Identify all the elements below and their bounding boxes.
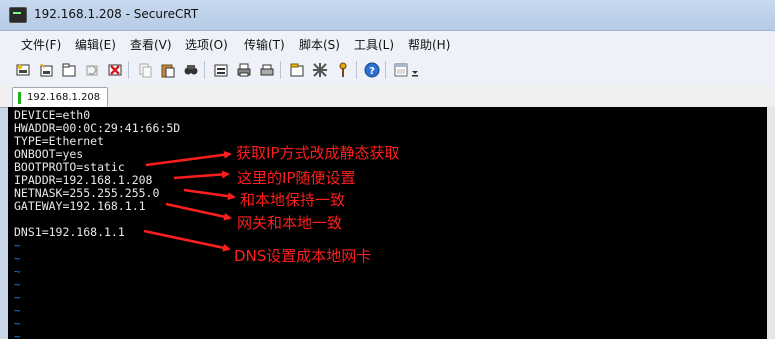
- toolbar-separator: [204, 61, 205, 79]
- annotation-netmask: 和本地保持一致: [240, 191, 346, 209]
- connect-icon[interactable]: [14, 61, 32, 79]
- annotation-arrow: [143, 229, 231, 252]
- tab-session[interactable]: 192.168.1.208: [12, 87, 108, 108]
- svg-text:?: ?: [369, 66, 375, 77]
- global-options-icon[interactable]: [311, 61, 329, 79]
- reconnect-icon[interactable]: [83, 61, 101, 79]
- keymap-icon[interactable]: [334, 61, 352, 79]
- menu-help[interactable]: 帮助(H): [408, 36, 450, 53]
- connection-status-indicator: [18, 92, 21, 104]
- menu-edit[interactable]: 编辑(E): [75, 36, 116, 53]
- menu-options[interactable]: 选项(O): [185, 36, 228, 53]
- copy-icon[interactable]: [136, 61, 154, 79]
- annotation-bootproto: 获取IP方式改成静态获取: [236, 144, 400, 162]
- annotation-dns: DNS设置成本地网卡: [234, 247, 372, 265]
- toolbar-separator: [280, 61, 281, 79]
- annotation-arrow: [173, 170, 230, 180]
- annotation-arrow: [145, 150, 232, 167]
- connect-tab-icon[interactable]: [60, 61, 78, 79]
- menu-view[interactable]: 查看(V): [130, 36, 172, 53]
- terminal-screen[interactable]: DEVICE=eth0 HWADDR=00:0C:29:41:66:5D TYP…: [8, 107, 775, 339]
- session-options-icon[interactable]: [288, 61, 306, 79]
- print-selection-icon[interactable]: [258, 61, 276, 79]
- vertical-scrollbar[interactable]: [767, 107, 775, 339]
- toolbar-separator: [385, 61, 386, 79]
- toolbar-overflow-icon[interactable]: [410, 61, 420, 79]
- title-bar: 192.168.1.208 - SecureCRT: [0, 0, 775, 31]
- annotation-gateway: 网关和本地一致: [237, 214, 343, 232]
- annotation-ipaddr: 这里的IP随便设置: [237, 169, 356, 187]
- help-icon[interactable]: ?: [363, 61, 381, 79]
- tab-label: 192.168.1.208: [27, 92, 101, 103]
- toolbar: ?: [0, 55, 775, 86]
- securecrt-app-icon[interactable]: [9, 7, 27, 23]
- menu-script[interactable]: 脚本(S): [299, 36, 340, 53]
- session-tabstrip: 192.168.1.208: [0, 85, 775, 108]
- print-setup-icon[interactable]: [212, 61, 230, 79]
- paste-icon[interactable]: [159, 61, 177, 79]
- annotation-arrow: [165, 202, 232, 221]
- menu-file[interactable]: 文件(F): [21, 36, 61, 53]
- annotation-arrow: [183, 188, 236, 201]
- window-icon[interactable]: [392, 61, 410, 79]
- menu-transfer[interactable]: 传输(T): [244, 36, 285, 53]
- window-title: 192.168.1.208 - SecureCRT: [34, 7, 199, 21]
- menu-tools[interactable]: 工具(L): [354, 36, 394, 53]
- disconnect-icon[interactable]: [106, 61, 124, 79]
- quick-connect-icon[interactable]: [37, 61, 55, 79]
- print-icon[interactable]: [235, 61, 253, 79]
- find-icon[interactable]: [182, 61, 200, 79]
- toolbar-separator: [128, 61, 129, 79]
- toolbar-separator: [356, 61, 357, 79]
- menu-bar: 文件(F) 编辑(E) 查看(V) 选项(O) 传输(T) 脚本(S) 工具(L…: [0, 31, 775, 55]
